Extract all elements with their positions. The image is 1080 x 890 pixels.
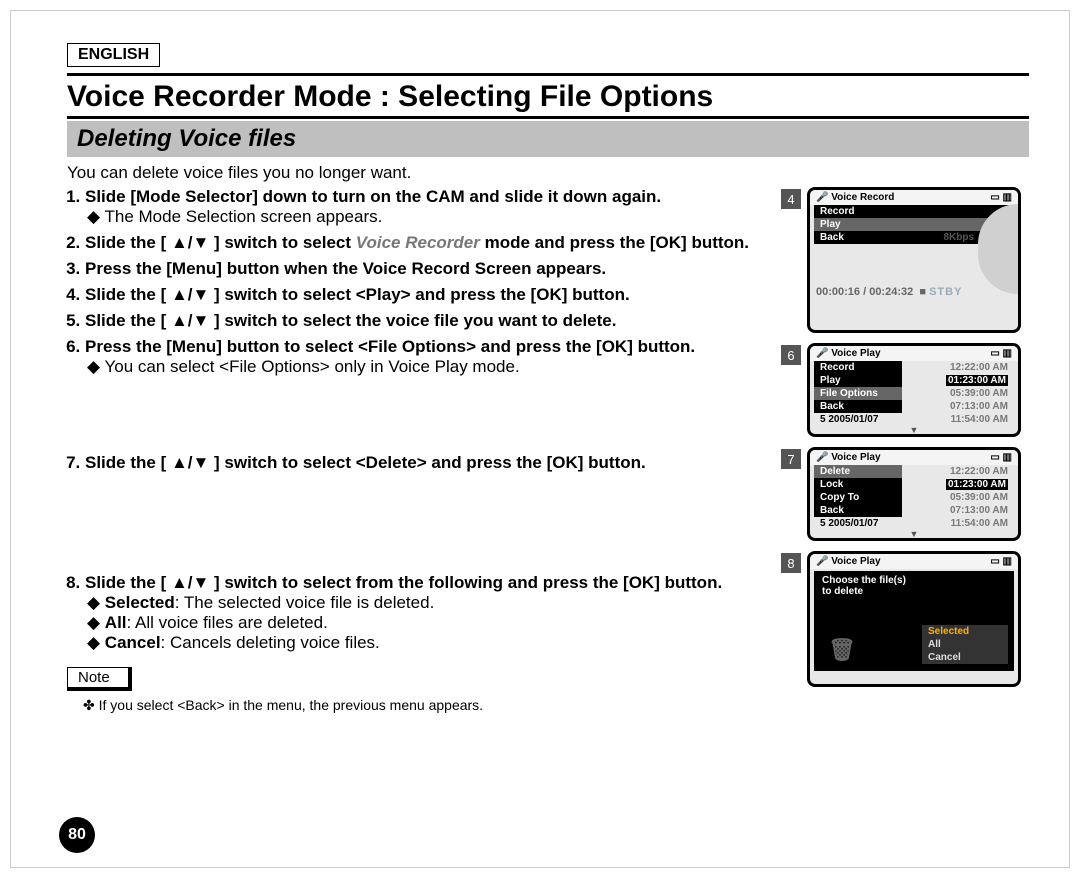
step-6-sub: You can select <File Options> only in Vo…: [87, 357, 757, 377]
screenshot-8: 🎤 Voice Play ▭ ▥ Choose the file(s) to d…: [807, 551, 1021, 687]
page-number: 80: [59, 817, 95, 853]
step-3: Press the [Menu] button when the Voice R…: [85, 259, 757, 279]
step-8-c: Cancel: Cancels deleting voice files.: [87, 633, 757, 653]
language-tag: ENGLISH: [67, 43, 160, 67]
dialog-text: Choose the file(s): [822, 575, 1006, 586]
menu-play: Play: [814, 374, 902, 387]
battery-icon: ▭ ▥: [990, 192, 1012, 203]
down-arrow-icon: ▼: [810, 530, 1018, 538]
menu-copyto: Copy To: [814, 491, 902, 504]
step-8: Slide the [ ▲/▼ ] switch to select from …: [85, 573, 757, 653]
opt-selected: Selected: [922, 625, 1008, 638]
trash-icon: 🗑: [828, 637, 856, 663]
screenshot-6: 🎤 Voice Play ▭ ▥ Record Play File Option…: [807, 343, 1021, 437]
file-row: 01:23:00 AM: [904, 374, 1014, 387]
battery-icon: ▭ ▥: [990, 452, 1012, 463]
mic-icon: 🎤: [816, 452, 828, 463]
step-7: Slide the [ ▲/▼ ] switch to select <Dele…: [85, 453, 757, 473]
file-row: 07:13:00 AM: [904, 400, 1014, 413]
screenshot-7: 🎤 Voice Play ▭ ▥ Delete Lock Copy To Bac…: [807, 447, 1021, 541]
timer-label: 00:00:16 / 00:24:32: [816, 286, 913, 298]
step-1-sub: The Mode Selection screen appears.: [87, 207, 757, 227]
down-arrow-icon: ▼: [810, 426, 1018, 434]
menu-record: Record: [814, 205, 1014, 218]
opt-cancel: Cancel: [922, 651, 1008, 664]
file-row: 01:23:00 AM: [904, 478, 1014, 491]
dialog-text: to delete: [822, 586, 1006, 597]
file-row: 12:22:00 AM: [904, 361, 1014, 374]
step-4: Slide the [ ▲/▼ ] switch to select <Play…: [85, 285, 757, 305]
shot-badge-6: 6: [781, 345, 801, 365]
intro-text: You can delete voice files you no longer…: [67, 163, 1029, 183]
mic-icon: 🎤: [816, 192, 828, 203]
step-2: Slide the [ ▲/▼ ] switch to select Voice…: [85, 233, 757, 253]
steps-list: Slide [Mode Selector] down to turn on th…: [85, 187, 757, 653]
file-row: 05:39:00 AM: [904, 387, 1014, 400]
mic-icon: 🎤: [816, 348, 828, 359]
screenshots-column: 4 🎤 Voice Record ▭ ▥ Record Play Back 8K…: [781, 187, 1029, 718]
menu-fileoptions: File Options: [814, 387, 902, 400]
options-box: Selected All Cancel: [922, 625, 1008, 664]
screenshot-4: 🎤 Voice Record ▭ ▥ Record Play Back 8Kbp…: [807, 187, 1021, 333]
step-6: Press the [Menu] button to select <File …: [85, 337, 757, 377]
shot-badge-8: 8: [781, 553, 801, 573]
battery-icon: ▭ ▥: [990, 556, 1012, 567]
note-text: If you select <Back> in the menu, the pr…: [83, 697, 757, 714]
file-row: 07:13:00 AM: [904, 504, 1014, 517]
opt-all: All: [922, 638, 1008, 651]
shot-badge-4: 4: [781, 189, 801, 209]
menu-back: Back: [814, 504, 902, 517]
page-title: Voice Recorder Mode : Selecting File Opt…: [67, 73, 1029, 119]
step-5: Slide the [ ▲/▼ ] switch to select the v…: [85, 311, 757, 331]
shot-badge-7: 7: [781, 449, 801, 469]
bitrate-label: 8Kbps: [943, 232, 974, 243]
note-label: Note: [67, 667, 132, 691]
menu-lock: Lock: [814, 478, 902, 491]
step-1: Slide [Mode Selector] down to turn on th…: [85, 187, 757, 227]
section-heading: Deleting Voice files: [67, 121, 1029, 157]
stby-label: STBY: [929, 286, 962, 298]
step-8-b: All: All voice files are deleted.: [87, 613, 757, 633]
menu-back: Back: [814, 400, 902, 413]
battery-icon: ▭ ▥: [990, 348, 1012, 359]
mic-icon: 🎤: [816, 556, 828, 567]
file-row: 12:22:00 AM: [904, 465, 1014, 478]
menu-delete: Delete: [814, 465, 902, 478]
file-row: 05:39:00 AM: [904, 491, 1014, 504]
menu-record: Record: [814, 361, 902, 374]
step-8-a: Selected: The selected voice file is del…: [87, 593, 757, 613]
